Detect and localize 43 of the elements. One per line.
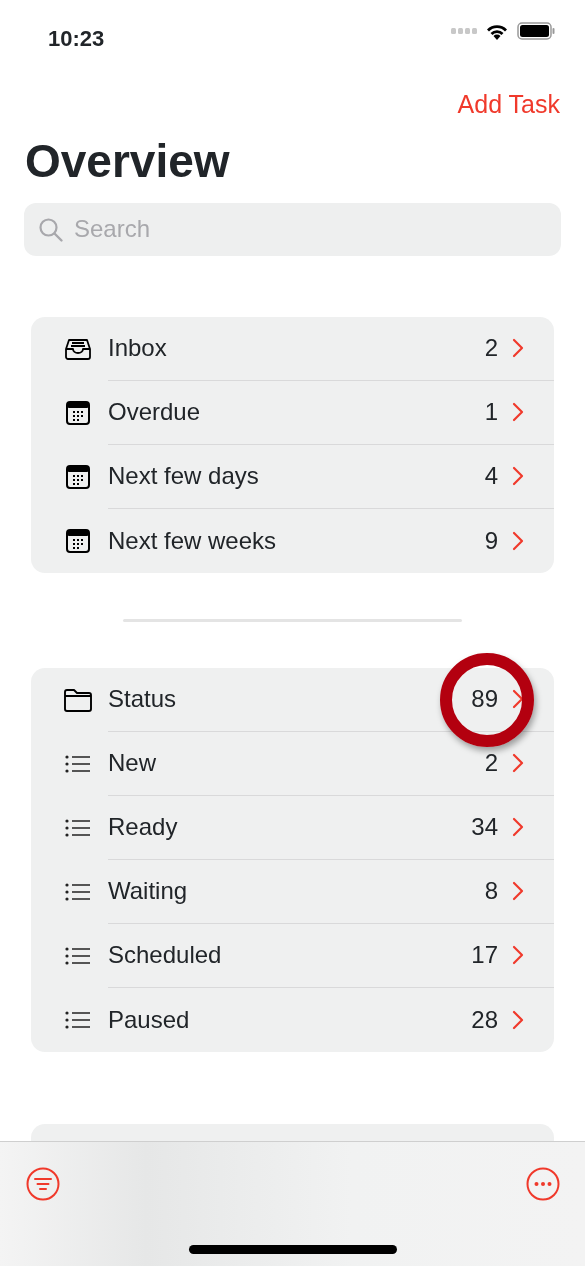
battery-icon <box>517 22 555 40</box>
task-count: 28 <box>471 1004 498 1035</box>
chevron-icon <box>512 945 524 966</box>
task-count: 1 <box>484 397 498 428</box>
chevron-icon <box>512 338 524 359</box>
chevron-icon <box>512 753 524 774</box>
folder-icon <box>63 686 93 713</box>
page-title: Overview <box>25 133 231 189</box>
wifi-icon <box>485 22 509 40</box>
row-label[interactable]: Next few weeks <box>108 522 485 559</box>
calendar-icon <box>63 399 93 426</box>
task-count: 89 <box>471 684 498 715</box>
task-count: 8 <box>484 876 498 907</box>
calendar-icon <box>63 527 93 554</box>
row-label[interactable]: Next few days <box>108 458 485 495</box>
chevron-icon <box>512 530 524 551</box>
row-label[interactable]: New <box>108 745 485 782</box>
task-count: 2 <box>484 333 498 364</box>
signal-icon <box>451 28 477 34</box>
row-label[interactable]: Scheduled <box>108 937 472 974</box>
task-count: 2 <box>484 748 498 779</box>
row-label[interactable]: Overdue <box>108 394 485 431</box>
chevron-icon <box>512 881 524 902</box>
calendar-icon <box>63 463 93 490</box>
search-field[interactable]: Search <box>24 202 561 256</box>
filter-button[interactable] <box>25 1166 61 1202</box>
task-count: 34 <box>471 812 498 843</box>
task-count: 9 <box>484 525 498 556</box>
row-label[interactable]: Status <box>108 681 472 718</box>
clock-time: 10:23 <box>48 25 105 53</box>
chevron-icon <box>512 1009 524 1030</box>
row-label[interactable]: Inbox <box>108 330 485 367</box>
chevron-icon <box>512 689 524 710</box>
row-label[interactable]: Ready <box>108 809 472 846</box>
row-label[interactable]: Waiting <box>108 873 485 910</box>
chevron-icon <box>512 402 524 423</box>
add-task-button[interactable]: Add Task <box>457 86 560 124</box>
chevron-icon <box>512 466 524 487</box>
more-button[interactable] <box>525 1166 561 1202</box>
task-count: 17 <box>471 940 498 971</box>
chevron-icon <box>512 817 524 838</box>
task-count: 4 <box>484 461 498 492</box>
row-label[interactable]: Paused <box>108 1001 472 1038</box>
